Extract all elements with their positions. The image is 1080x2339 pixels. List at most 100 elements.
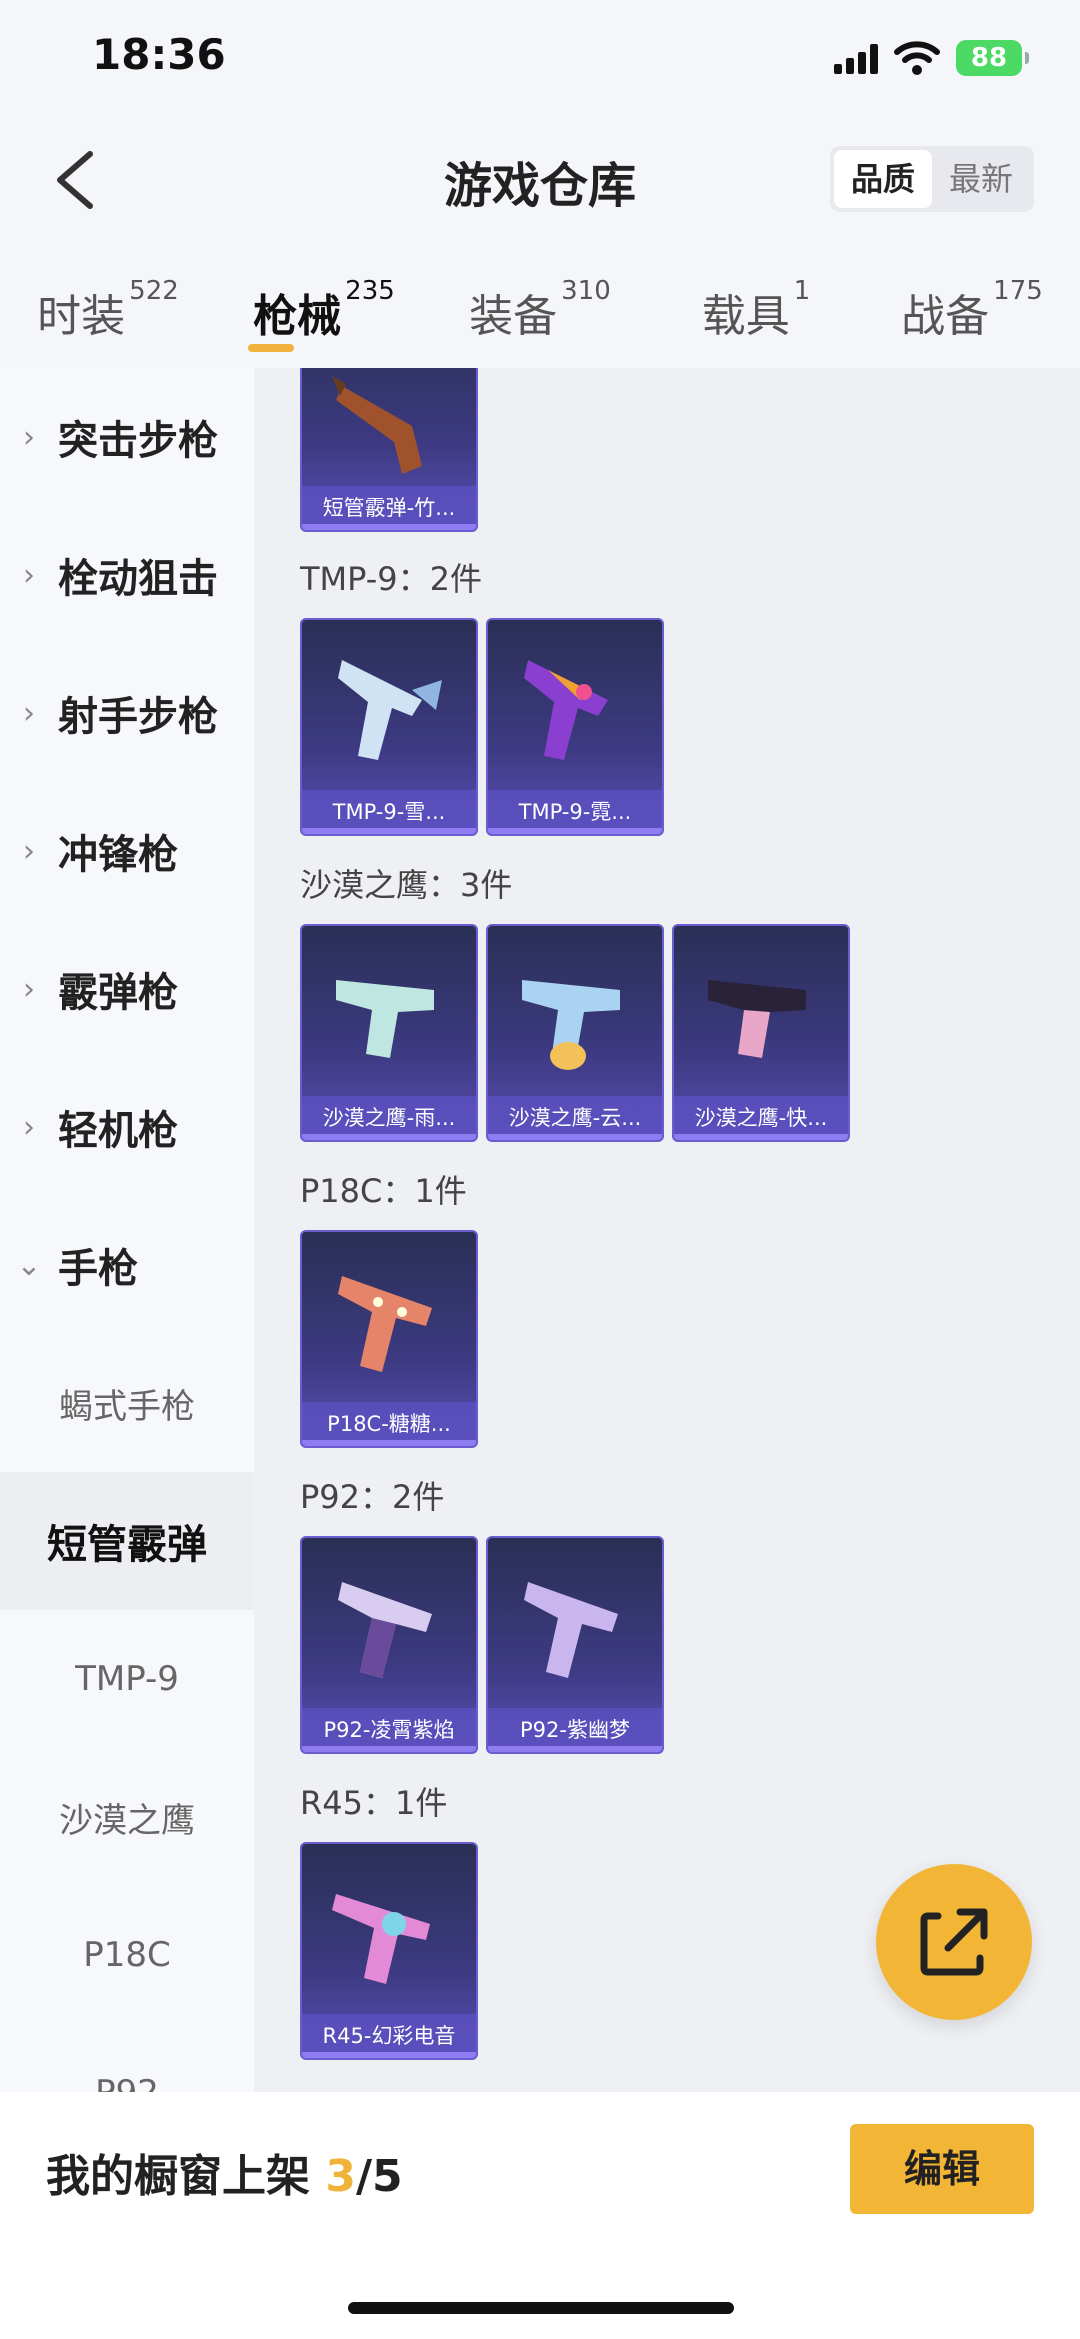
group-title: TMP-9：2件: [300, 560, 483, 598]
sidebar-item-pistol[interactable]: ⌄ 手枪: [0, 1196, 254, 1334]
showcase-current-count: 3: [325, 2151, 356, 2202]
sidebar-item-marksman-rifle[interactable]: › 射手步枪: [0, 644, 254, 782]
shotgun-skin-image: [332, 376, 422, 474]
sidebar-item-label: 冲锋枪: [58, 832, 178, 878]
share-icon: [920, 1908, 988, 1976]
group-title: R45：1件: [300, 1784, 448, 1822]
rarity-bar: [302, 524, 476, 530]
app-header: 游戏仓库 品质 最新: [0, 120, 1080, 240]
smg-skin-image: [524, 660, 608, 760]
tab-label: 战备: [901, 291, 990, 342]
group-title: 沙漠之鹰：3件: [300, 866, 513, 904]
rarity-bar: [302, 1134, 476, 1140]
sort-quality-button[interactable]: 品质: [834, 150, 932, 208]
weapon-card[interactable]: 短管霰弹-竹...: [300, 368, 478, 532]
tab-fashion[interactable]: 时装 522: [0, 240, 216, 368]
showcase-label: 我的橱窗上架: [46, 2151, 310, 2202]
rarity-bar: [302, 1440, 476, 1446]
sidebar-sub-desert-eagle[interactable]: 沙漠之鹰: [0, 1748, 254, 1886]
weapon-card[interactable]: P92-紫幽梦: [486, 1536, 664, 1754]
share-button[interactable]: [876, 1864, 1032, 2020]
signal-icon: [834, 44, 880, 74]
tab-supplies[interactable]: 战备 175: [864, 240, 1080, 368]
sidebar-item-label: 栓动狙击: [58, 556, 218, 602]
rarity-bar: [488, 1746, 662, 1752]
home-indicator: [348, 2302, 734, 2314]
tab-count: 522: [129, 276, 179, 306]
sidebar-sub-skorpion[interactable]: 蝎式手枪: [0, 1334, 254, 1472]
chevron-right-icon: ›: [23, 833, 35, 869]
pistol-skin-image: [708, 980, 806, 1058]
weapon-card[interactable]: TMP-9-霓...: [486, 618, 664, 836]
rarity-bar: [488, 828, 662, 834]
sidebar-item-lmg[interactable]: › 轻机枪: [0, 1058, 254, 1196]
status-time: 18:36: [92, 30, 226, 79]
battery-icon: 88: [956, 40, 1029, 76]
group-title: P92：2件: [300, 1478, 445, 1516]
edit-button[interactable]: 编辑: [850, 2124, 1034, 2214]
chevron-right-icon: ›: [23, 695, 35, 731]
card-row: P18C-糖糖...: [300, 1230, 478, 1448]
tab-count: 310: [561, 276, 611, 306]
weapon-card[interactable]: 沙漠之鹰-雨...: [300, 924, 478, 1142]
tab-count: 235: [345, 276, 395, 306]
tab-label: 时装: [37, 291, 126, 342]
tab-guns[interactable]: 枪械 235: [216, 240, 432, 368]
sort-toggle: 品质 最新: [830, 146, 1034, 212]
card-row: 短管霰弹-竹...: [300, 368, 478, 532]
sidebar-sub-p92[interactable]: P92: [0, 2024, 254, 2092]
chevron-right-icon: ›: [23, 1109, 35, 1145]
sidebar-item-shotgun[interactable]: › 霰弹枪: [0, 920, 254, 1058]
sidebar-item-smg[interactable]: › 冲锋枪: [0, 782, 254, 920]
weapon-card[interactable]: TMP-9-雪...: [300, 618, 478, 836]
rarity-bar: [674, 1134, 848, 1140]
sort-newest-button[interactable]: 最新: [932, 150, 1030, 208]
tab-count: 1: [793, 276, 811, 306]
wifi-icon: [894, 41, 940, 75]
weapon-card[interactable]: 沙漠之鹰-快...: [672, 924, 850, 1142]
chevron-right-icon: ›: [23, 971, 35, 1007]
tab-equipment[interactable]: 装备 310: [432, 240, 648, 368]
weapon-card[interactable]: P18C-糖糖...: [300, 1230, 478, 1448]
category-tabs: 时装 522 枪械 235 装备 310 载具 1 战备 175: [0, 240, 1080, 368]
sidebar-sub-tmp9[interactable]: TMP-9: [0, 1610, 254, 1748]
revolver-skin-image: [332, 1894, 430, 1984]
weapon-card[interactable]: R45-幻彩电音: [300, 1842, 478, 2060]
weapon-grid: 短管霰弹-竹... TMP-9：2件 TMP-9-雪... TMP-9-霓...…: [254, 368, 1080, 2092]
sidebar-item-assault-rifle[interactable]: › 突击步枪: [0, 368, 254, 506]
chevron-down-icon: ⌄: [16, 1247, 42, 1283]
showcase-bar: 我的橱窗上架 3/5 编辑: [0, 2092, 1080, 2339]
pistol-skin-image: [522, 980, 620, 1070]
sidebar-item-label: 霰弹枪: [58, 970, 178, 1016]
card-row: P92-凌霄紫焰 P92-紫幽梦: [300, 1536, 664, 1754]
tab-label: 枪械: [253, 291, 342, 342]
tab-vehicles[interactable]: 载具 1: [648, 240, 864, 368]
sidebar-item-bolt-sniper[interactable]: › 栓动狙击: [0, 506, 254, 644]
smg-skin-image: [338, 660, 442, 760]
showcase-status: 我的橱窗上架 3/5: [46, 2140, 403, 2204]
tab-label: 装备: [469, 291, 558, 342]
sidebar-item-label: 突击步枪: [58, 418, 218, 464]
weapon-card[interactable]: P92-凌霄紫焰: [300, 1536, 478, 1754]
chevron-right-icon: ›: [23, 557, 35, 593]
card-row: 沙漠之鹰-雨... 沙漠之鹰-云... 沙漠之鹰-快...: [300, 924, 850, 1142]
showcase-total-count: /5: [355, 2151, 403, 2202]
sidebar-item-label: 射手步枪: [58, 694, 218, 740]
sidebar-sub-sawed-off[interactable]: 短管霰弹: [0, 1472, 254, 1610]
sidebar-item-label: 手枪: [58, 1246, 138, 1292]
card-row: R45-幻彩电音: [300, 1842, 478, 2060]
sidebar-sub-p18c[interactable]: P18C: [0, 1886, 254, 2024]
pistol-skin-image: [336, 980, 434, 1058]
rarity-bar: [302, 828, 476, 834]
group-title: P18C：1件: [300, 1172, 467, 1210]
pistol-skin-image: [338, 1582, 432, 1678]
chevron-right-icon: ›: [23, 419, 35, 455]
tab-label: 载具: [701, 291, 790, 342]
card-row: TMP-9-雪... TMP-9-霓...: [300, 618, 664, 836]
rarity-bar: [302, 2052, 476, 2058]
status-bar: 18:36 88: [0, 0, 1080, 120]
rarity-bar: [302, 1746, 476, 1752]
tab-underline: [248, 344, 294, 352]
weapon-card[interactable]: 沙漠之鹰-云...: [486, 924, 664, 1142]
tab-count: 175: [993, 276, 1043, 306]
